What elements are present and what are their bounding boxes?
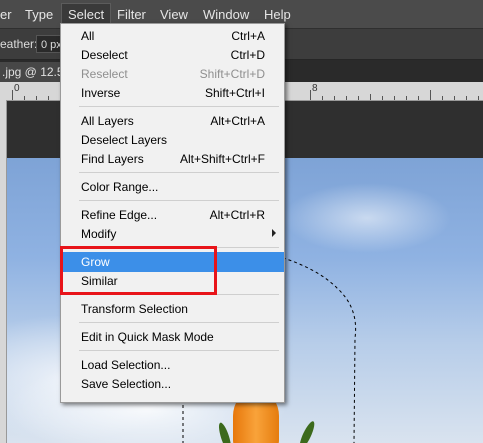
ruler-label: 0 <box>14 83 20 94</box>
menu-separator <box>79 350 279 351</box>
vertical-ruler <box>0 100 7 443</box>
menu-window[interactable]: Window <box>203 6 249 24</box>
menu-item-shortcut: Alt+Ctrl+R <box>209 208 265 222</box>
feather-label: eather: <box>0 37 38 51</box>
menu-separator <box>79 106 279 107</box>
ruler-tick <box>466 96 467 100</box>
menu-item-deselect[interactable]: Deselect Ctrl+D <box>61 45 284 65</box>
menu-item-label: Save Selection... <box>81 377 172 391</box>
menu-item-all[interactable]: All Ctrl+A <box>61 26 284 46</box>
red-annotation-box <box>60 246 217 295</box>
ruler-tick <box>310 90 311 100</box>
menu-item-shortcut: Alt+Shift+Ctrl+F <box>179 152 265 166</box>
menu-item-label: All <box>81 29 95 43</box>
menu-item-inverse[interactable]: Inverse Shift+Ctrl+I <box>61 83 284 103</box>
ruler-tick <box>418 96 419 100</box>
ruler-tick <box>12 90 13 100</box>
menu-type[interactable]: Type <box>25 6 53 24</box>
menu-item-label: Color Range... <box>81 180 159 194</box>
ruler-tick <box>442 96 443 100</box>
menu-item-label: Refine Edge... <box>81 208 158 222</box>
ruler-tick <box>370 94 371 100</box>
menu-item-label: Deselect Layers <box>81 133 168 147</box>
ruler-tick <box>346 96 347 100</box>
menu-item-find-layers[interactable]: Find Layers Alt+Shift+Ctrl+F <box>61 149 284 169</box>
menu-item-label: Deselect <box>81 48 128 62</box>
ruler-tick <box>430 90 431 100</box>
ruler-tick <box>48 96 49 100</box>
menu-item-refine-edge[interactable]: Refine Edge... Alt+Ctrl+R <box>61 205 284 225</box>
menu-item-shortcut: Alt+Ctrl+A <box>210 114 265 128</box>
menu-item-color-range[interactable]: Color Range... <box>61 177 284 197</box>
menu-item-reselect[interactable]: Reselect Shift+Ctrl+D <box>61 64 284 84</box>
menu-separator <box>79 322 279 323</box>
ruler-tick <box>454 96 455 100</box>
submenu-arrow-icon <box>272 229 276 237</box>
ruler-tick <box>478 96 479 100</box>
ruler-tick <box>36 96 37 100</box>
menu-item-label: Transform Selection <box>81 302 188 316</box>
menu-item-modify[interactable]: Modify <box>61 224 284 244</box>
menu-item-label: All Layers <box>81 114 134 128</box>
menu-item-load-selection[interactable]: Load Selection... <box>61 355 284 375</box>
menu-item-label: Find Layers <box>81 152 144 166</box>
ruler-tick <box>406 96 407 100</box>
menu-item-transform-selection[interactable]: Transform Selection <box>61 299 284 319</box>
menu-item-label: Edit in Quick Mask Mode <box>81 330 214 344</box>
ruler-tick <box>358 96 359 100</box>
ruler-tick <box>394 96 395 100</box>
menu-item-label: Inverse <box>81 86 121 100</box>
ruler-tick <box>334 96 335 100</box>
photoshop-window: er Type Select Filter View Window Help e… <box>0 0 483 443</box>
menu-item-label: Reselect <box>81 67 128 81</box>
menu-separator <box>79 200 279 201</box>
menu-item-deselect-layers[interactable]: Deselect Layers <box>61 130 284 150</box>
menu-item-save-selection[interactable]: Save Selection... <box>61 374 284 394</box>
menu-item-all-layers[interactable]: All Layers Alt+Ctrl+A <box>61 111 284 131</box>
menu-layer[interactable]: er <box>0 6 12 24</box>
menu-item-label: Load Selection... <box>81 358 171 372</box>
menu-item-shortcut: Ctrl+D <box>230 48 265 62</box>
select-menu-dropdown: All Ctrl+A Deselect Ctrl+D Reselect Shif… <box>60 23 285 403</box>
menu-item-shortcut: Shift+Ctrl+D <box>199 67 265 81</box>
menu-item-label: Modify <box>81 227 117 241</box>
menu-separator <box>79 172 279 173</box>
ruler-label: 8 <box>312 83 318 94</box>
ruler-tick <box>382 96 383 100</box>
ruler-tick <box>24 96 25 100</box>
menu-item-shortcut: Shift+Ctrl+I <box>204 86 265 100</box>
menu-filter[interactable]: Filter <box>117 6 146 24</box>
menu-help[interactable]: Help <box>264 6 291 24</box>
menu-item-shortcut: Ctrl+A <box>231 29 265 43</box>
ruler-tick <box>322 96 323 100</box>
menu-view[interactable]: View <box>160 6 188 24</box>
menu-item-quick-mask[interactable]: Edit in Quick Mask Mode <box>61 327 284 347</box>
